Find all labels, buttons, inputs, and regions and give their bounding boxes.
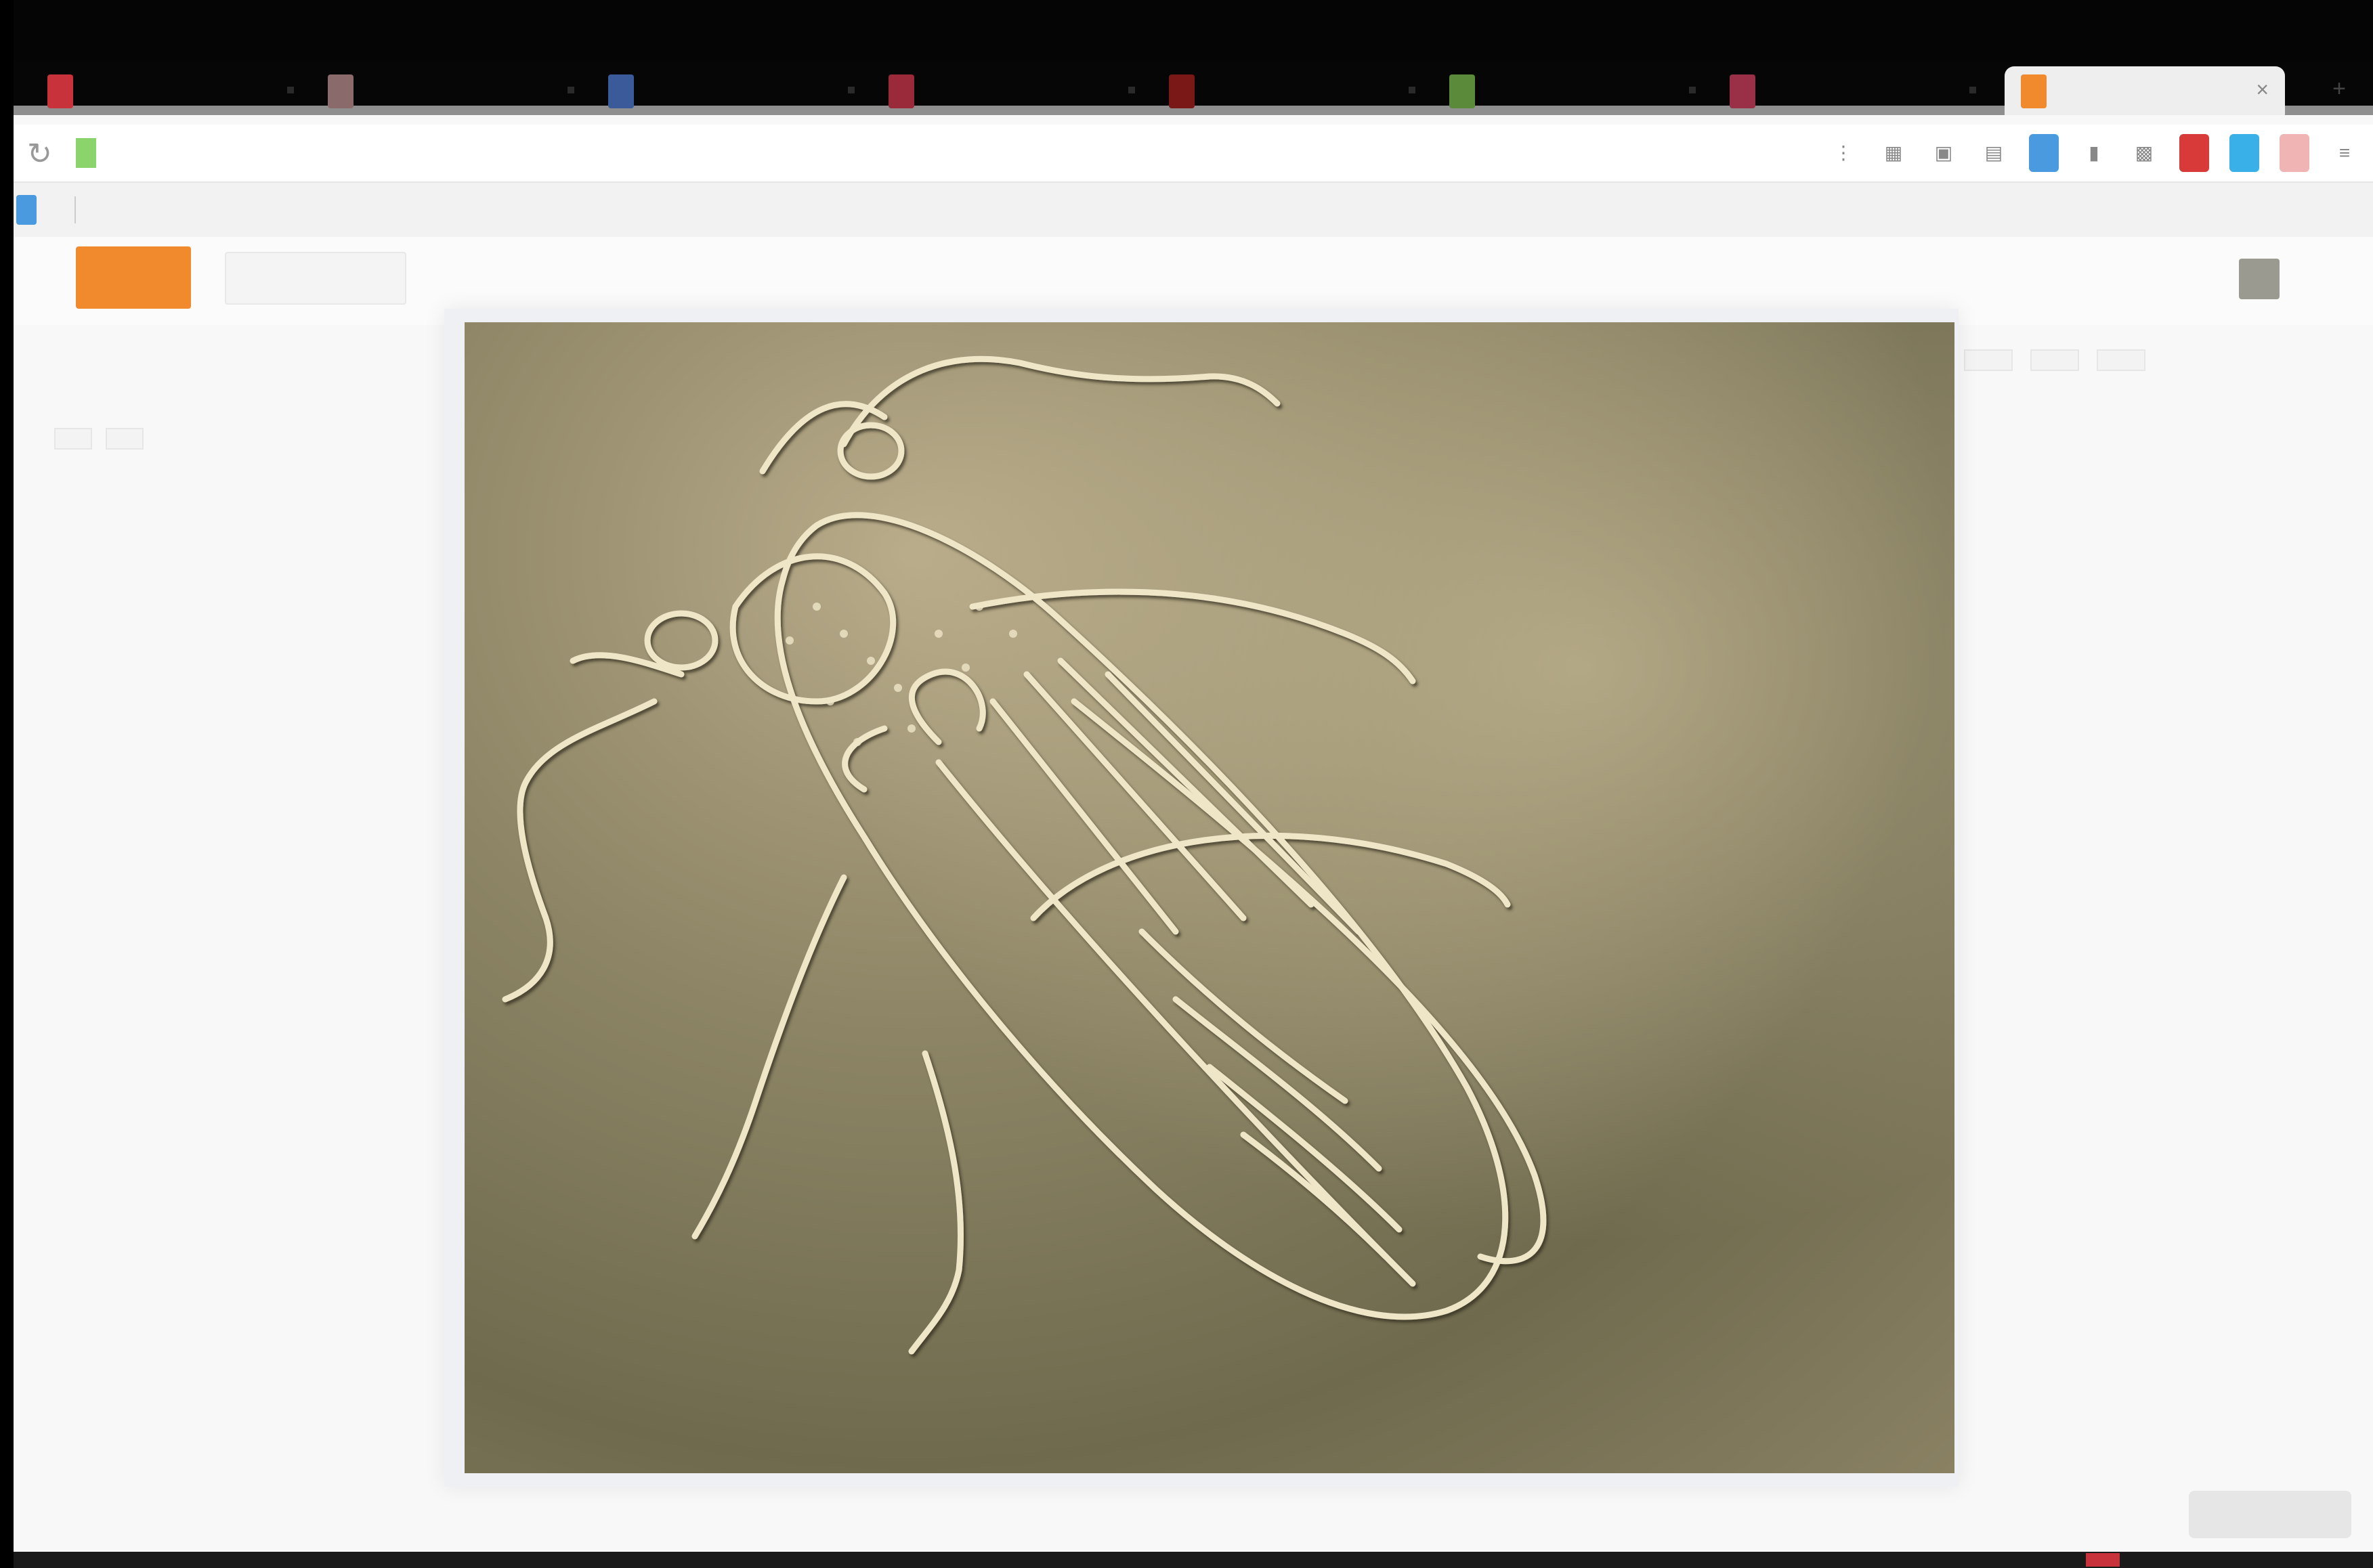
tab-separator (287, 87, 294, 93)
extension-icon[interactable] (2280, 134, 2309, 172)
user-menu[interactable] (2239, 259, 2292, 299)
tab-separator (1128, 87, 1135, 93)
extension-icon[interactable] (2029, 134, 2059, 172)
extension-icon[interactable]: ▦ (1879, 134, 1908, 172)
bookmark-folder-icon (16, 195, 37, 225)
favicon-icon (328, 74, 354, 108)
tab-separator (848, 87, 855, 93)
favicon-icon (2021, 74, 2047, 108)
extension-icon[interactable] (2229, 134, 2259, 172)
bookmarks-bar (14, 183, 2373, 237)
browser-tab-active[interactable]: × (2005, 66, 2285, 115)
site-logo[interactable] (76, 246, 191, 309)
browser-window: × + ↻ ⋮ ▦ ▣ ▤ ▮ ▩ ≡ (14, 0, 2373, 1568)
tab-separator (1409, 87, 1415, 93)
nav-button[interactable] (225, 252, 406, 305)
image-lightbox (444, 309, 1959, 1487)
address-bar[interactable] (115, 134, 1090, 172)
extension-icons: ⋮ ▦ ▣ ▤ ▮ ▩ ≡ (1829, 134, 2359, 172)
extension-icon[interactable]: ▩ (2129, 134, 2159, 172)
os-menu-bar (14, 0, 2373, 61)
extension-icon[interactable]: ▣ (1929, 134, 1959, 172)
favicon-icon (1449, 74, 1475, 108)
tab-separator (568, 87, 574, 93)
filter-button[interactable] (54, 428, 92, 450)
navigation-toolbar: ↻ ⋮ ▦ ▣ ▤ ▮ ▩ ≡ (14, 125, 2373, 183)
extension-icon[interactable] (2179, 134, 2209, 172)
tab-separator (1689, 87, 1696, 93)
browser-tab[interactable] (14, 66, 294, 110)
menu-icon[interactable]: ≡ (2330, 134, 2359, 172)
favicon-icon (608, 74, 634, 108)
panel-tab[interactable] (2097, 349, 2145, 371)
extension-icon[interactable]: ▤ (1979, 134, 2009, 172)
taskbar-app-icon[interactable] (2086, 1553, 2120, 1567)
browser-tab[interactable] (1135, 66, 1415, 110)
right-panel-tabs (1964, 349, 2145, 371)
browser-tab[interactable] (1696, 66, 1976, 110)
favicon-icon (889, 74, 914, 108)
close-icon[interactable]: × (2256, 77, 2269, 102)
reload-icon[interactable]: ↻ (27, 137, 52, 171)
tab-separator (1969, 87, 1976, 93)
divider (74, 196, 76, 223)
close-lightbox-button[interactable] (2189, 1491, 2351, 1538)
filter-row (54, 428, 144, 450)
find-bar[interactable] (1273, 134, 1558, 172)
favicon-icon (1169, 74, 1195, 108)
browser-tab[interactable] (1415, 66, 1696, 110)
breadcrumb (54, 352, 72, 378)
lightbox-image[interactable] (465, 322, 1954, 1473)
browser-tab[interactable] (574, 66, 855, 110)
avatar (2239, 259, 2280, 299)
panel-tab[interactable] (2030, 349, 2079, 371)
tab-strip: × + (14, 61, 2373, 115)
favicon-icon (1730, 74, 1755, 108)
new-tab-icon[interactable]: + (2332, 76, 2346, 102)
filter-button[interactable] (106, 428, 144, 450)
favicon-icon (47, 74, 73, 108)
extension-icon[interactable]: ⋮ (1829, 134, 1858, 172)
embossed-insect-illustration (465, 322, 1954, 1473)
browser-tab[interactable] (855, 66, 1135, 110)
browser-tab[interactable] (294, 66, 574, 110)
extension-icon[interactable]: ▮ (2079, 134, 2109, 172)
os-taskbar (14, 1552, 2373, 1568)
panel-tab[interactable] (1964, 349, 2013, 371)
lock-icon (76, 138, 96, 168)
